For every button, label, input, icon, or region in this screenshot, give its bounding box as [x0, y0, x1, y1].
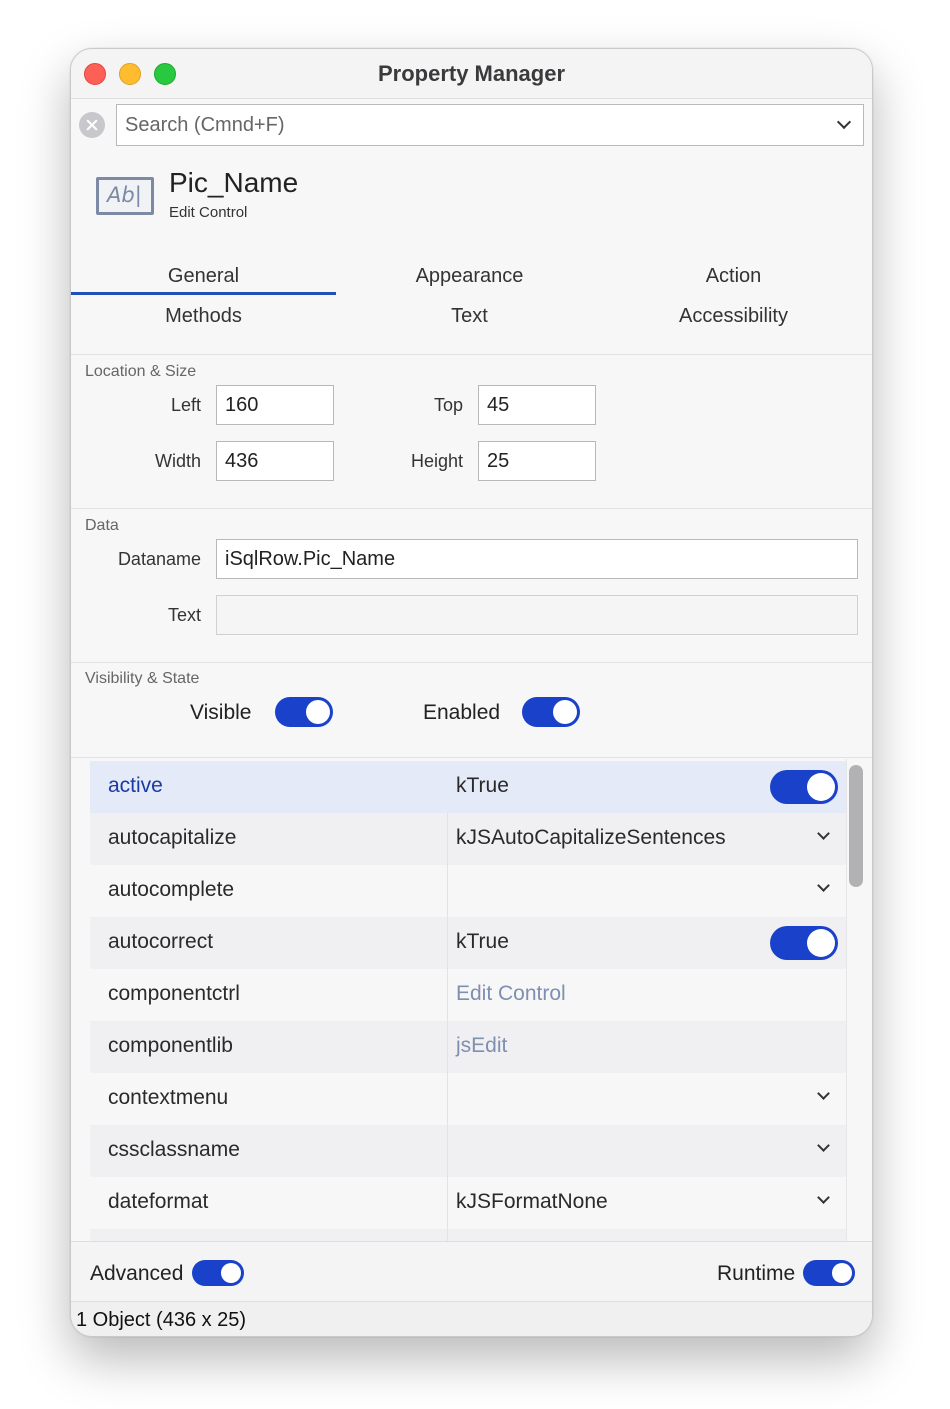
search-combobox[interactable]: [116, 104, 864, 146]
property-name: componentctrl: [108, 982, 240, 1005]
property-name: autocomplete: [108, 878, 235, 901]
column-separator: [447, 1177, 448, 1229]
selected-tab-indicator: [71, 292, 336, 295]
title-bar[interactable]: Property Manager: [71, 49, 872, 99]
vertical-scrollbar[interactable]: [849, 765, 863, 887]
tab-general[interactable]: General: [71, 265, 336, 288]
tab-appearance[interactable]: Appearance: [337, 265, 602, 288]
chevron-down-icon[interactable]: [817, 1087, 830, 1100]
section-title-data: Data: [85, 517, 119, 534]
bottom-bar: Advanced Runtime: [71, 1241, 872, 1301]
tab-methods[interactable]: Methods: [71, 305, 336, 328]
toggle-knob: [306, 700, 330, 724]
property-name: autocorrect: [108, 930, 214, 953]
autocorrect-toggle[interactable]: [770, 926, 838, 960]
property-manager-window: Property Manager Ab| Pic_Name Edit Contr…: [70, 48, 873, 1337]
property-name: autocapitalize: [108, 826, 237, 849]
property-row-componentctrl[interactable]: componentctrl Edit Control: [90, 969, 847, 1021]
enabled-toggle[interactable]: [522, 697, 580, 727]
property-value: kTrue: [456, 774, 509, 797]
column-separator: [447, 865, 448, 917]
property-name: contextmenu: [108, 1086, 229, 1109]
tab-accessibility[interactable]: Accessibility: [601, 305, 866, 328]
tab-text[interactable]: Text: [337, 305, 602, 328]
property-grid: active kTrue autocapitalize kJSAutoCapit…: [90, 759, 847, 1241]
left-field[interactable]: 160: [216, 385, 334, 425]
advanced-toggle[interactable]: [192, 1260, 244, 1286]
chevron-down-icon[interactable]: [817, 1139, 830, 1152]
property-row-autocapitalize[interactable]: autocapitalize kJSAutoCapitalizeSentence…: [90, 813, 847, 865]
width-label: Width: [154, 451, 201, 471]
section-divider: [71, 757, 872, 758]
toggle-knob: [807, 929, 835, 957]
property-name: cssclassname: [108, 1138, 240, 1161]
section-title-visibility-state: Visibility & State: [85, 670, 200, 687]
window-title: Property Manager: [377, 61, 566, 86]
column-separator: [447, 1125, 448, 1177]
left-label: Left: [170, 395, 201, 415]
column-separator: [447, 969, 448, 1021]
property-name: componentlib: [108, 1034, 233, 1057]
edit-control-icon: Ab|: [96, 177, 154, 215]
scroll-track: [846, 759, 847, 1241]
object-type: Edit Control: [169, 204, 248, 221]
tab-action[interactable]: Action: [601, 265, 866, 288]
property-name: active: [108, 774, 163, 797]
column-separator: [447, 1021, 448, 1073]
section-title-location-size: Location & Size: [85, 363, 197, 380]
property-value: kTrue: [456, 930, 509, 953]
height-field[interactable]: 25: [478, 441, 596, 481]
property-row-autocorrect[interactable]: autocorrect kTrue: [90, 917, 847, 969]
runtime-toggle[interactable]: [803, 1260, 855, 1286]
property-row-dateformat[interactable]: dateformat kJSFormatNone: [90, 1177, 847, 1229]
chevron-down-icon[interactable]: [817, 827, 830, 840]
property-value: jsEdit: [456, 1034, 508, 1057]
property-value: kJSAutoCapitalizeSentences: [456, 826, 726, 849]
status-text: 1 Object (436 x 25): [76, 1309, 247, 1331]
enabled-label: Enabled: [423, 701, 501, 724]
section-divider: [71, 662, 872, 663]
property-row-autocomplete[interactable]: autocomplete: [90, 865, 847, 917]
runtime-label: Runtime: [717, 1262, 796, 1285]
section-divider: [71, 508, 872, 509]
dataname-label: Dataname: [117, 549, 201, 569]
top-label: Top: [433, 395, 463, 415]
property-row-active[interactable]: active kTrue: [90, 761, 847, 813]
visible-label: Visible: [190, 701, 252, 724]
active-toggle[interactable]: [770, 770, 838, 804]
text-field[interactable]: [216, 595, 858, 635]
width-field[interactable]: 436: [216, 441, 334, 481]
toggle-knob: [807, 773, 835, 801]
visible-toggle[interactable]: [275, 697, 333, 727]
property-row-cssclassname[interactable]: cssclassname: [90, 1125, 847, 1177]
status-bar: 1 Object (436 x 25): [71, 1301, 872, 1336]
property-row-partial[interactable]: [90, 1229, 847, 1241]
column-separator: [447, 917, 448, 969]
toggle-knob: [221, 1263, 241, 1283]
column-separator: [447, 813, 448, 865]
chevron-down-icon[interactable]: [817, 1191, 830, 1204]
text-label: Text: [167, 605, 201, 625]
property-name: dateformat: [108, 1190, 209, 1213]
dataname-field[interactable]: iSqlRow.Pic_Name: [216, 539, 858, 579]
property-row-componentlib[interactable]: componentlib jsEdit: [90, 1021, 847, 1073]
tabs-divider: [71, 354, 872, 355]
height-label: Height: [410, 451, 463, 471]
search-input[interactable]: [117, 105, 863, 145]
object-name: Pic_Name: [169, 167, 299, 198]
property-row-contextmenu[interactable]: contextmenu: [90, 1073, 847, 1125]
edit-control-icon-text: Ab|: [107, 183, 142, 207]
column-separator: [447, 1073, 448, 1125]
toggle-knob: [553, 700, 577, 724]
column-separator: [447, 1229, 448, 1241]
property-value: Edit Control: [456, 982, 566, 1005]
advanced-label: Advanced: [90, 1262, 184, 1285]
property-value: kJSFormatNone: [456, 1190, 608, 1213]
top-field[interactable]: 45: [478, 385, 596, 425]
toggle-knob: [832, 1263, 852, 1283]
clear-search-icon[interactable]: [79, 112, 105, 138]
chevron-down-icon[interactable]: [817, 879, 830, 892]
